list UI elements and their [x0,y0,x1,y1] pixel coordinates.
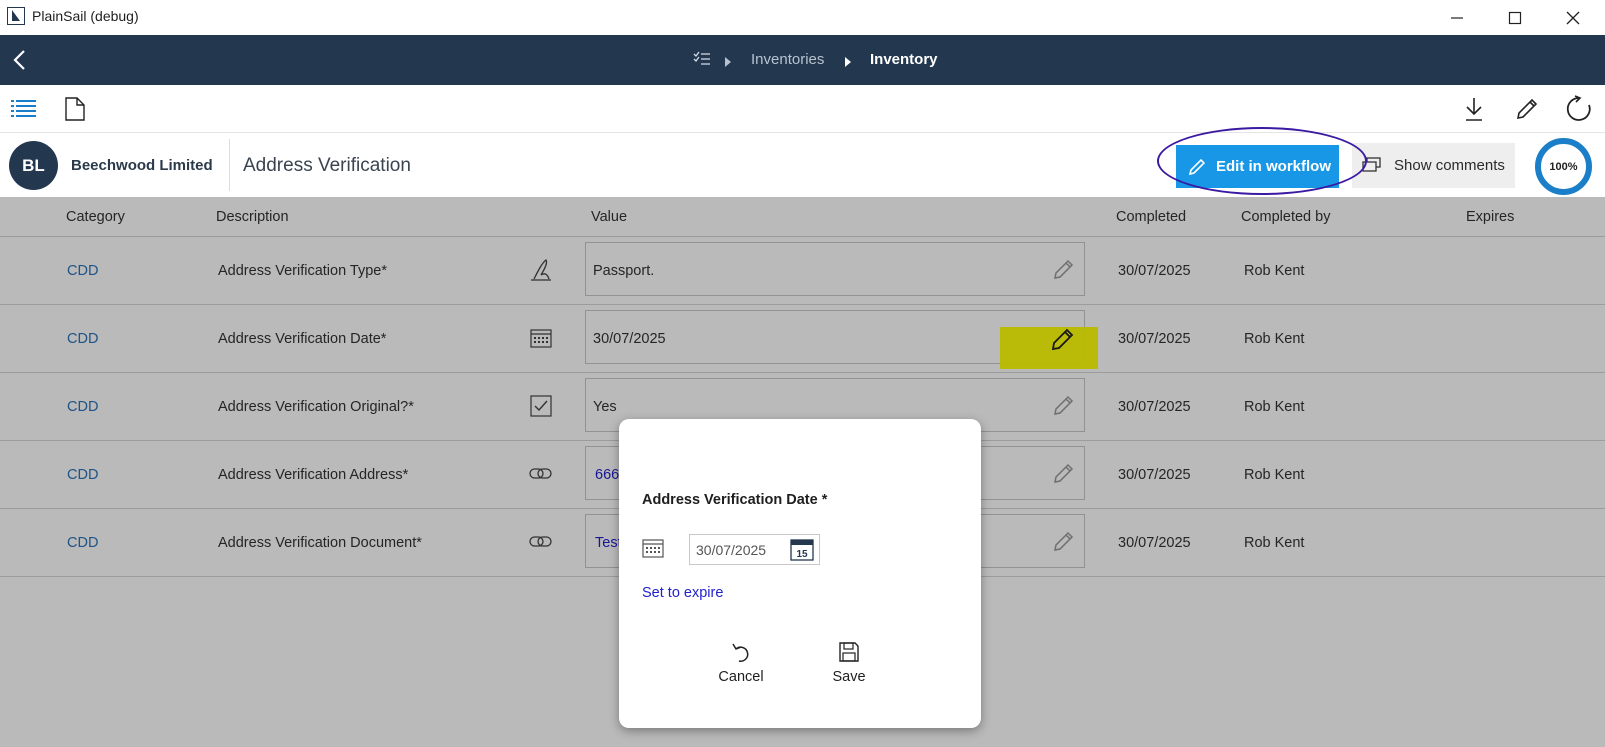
date-picker-icon[interactable]: 15 [790,538,814,561]
toolbar [0,85,1605,133]
navigation-bar: Inventories Inventory [0,35,1605,85]
breadcrumb-inventory: Inventory [870,51,938,68]
window-title-bar: PlainSail (debug) [0,0,1605,35]
progress-ring: 100% [1535,138,1592,195]
app-logo-icon [7,7,25,25]
breadcrumb-separator-icon [844,55,852,73]
set-to-expire-link[interactable]: Set to expire [642,585,723,601]
save-button[interactable]: Save [814,641,884,691]
back-icon[interactable] [6,47,32,73]
date-input[interactable]: 30/07/2025 15 [689,534,820,565]
minimize-button[interactable] [1428,0,1486,35]
document-icon[interactable] [64,97,86,126]
date-input-value: 30/07/2025 [696,542,767,558]
company-name: Beechwood Limited [71,157,213,174]
page-title: Address Verification [243,155,411,176]
undo-icon [732,643,749,662]
download-icon[interactable] [1463,96,1485,127]
show-comments-button[interactable]: Show comments [1352,143,1515,188]
show-comments-label: Show comments [1394,157,1505,174]
save-icon [839,642,859,662]
maximize-button[interactable] [1486,0,1544,35]
list-view-icon[interactable] [11,98,37,123]
edit-pencil-icon[interactable] [1514,96,1540,127]
refresh-icon[interactable] [1565,95,1593,128]
save-label: Save [832,669,866,685]
checklist-icon[interactable] [693,51,711,72]
calendar-day: 15 [796,549,808,560]
calendar-icon [642,537,664,564]
avatar: BL [9,141,58,190]
edit-date-dialog: Address Verification Date * 30/07/2025 1… [619,419,981,728]
dialog-title: Address Verification Date * [642,492,828,508]
annotation-oval [1157,127,1367,195]
breadcrumb-inventories[interactable]: Inventories [751,51,824,68]
window-title: PlainSail (debug) [32,8,139,24]
breadcrumb-separator-icon [724,55,732,73]
cancel-label: Cancel [718,669,764,685]
divider [229,139,230,191]
cancel-button[interactable]: Cancel [706,641,776,691]
close-button[interactable] [1544,0,1602,35]
